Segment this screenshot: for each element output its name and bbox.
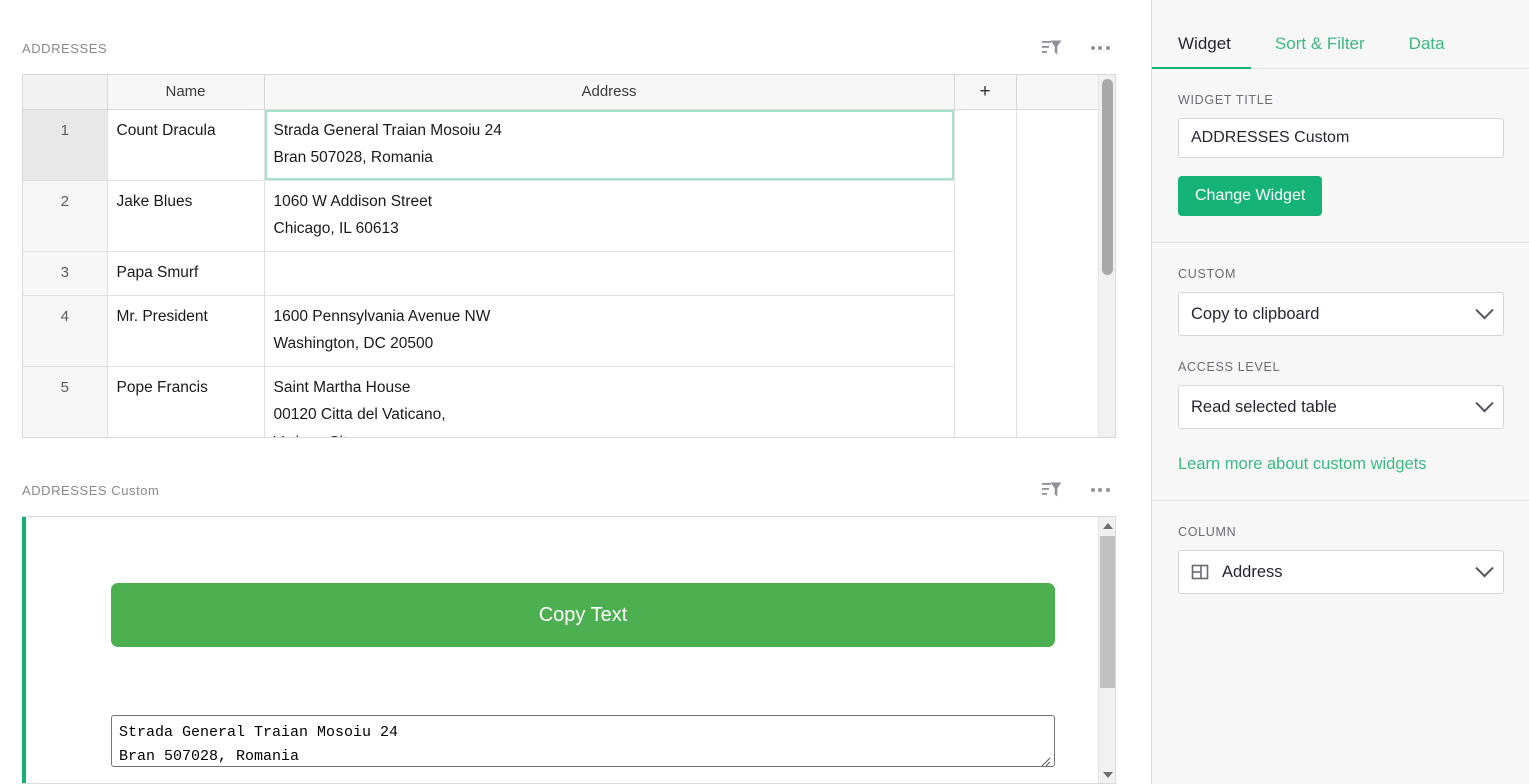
cell-address[interactable] xyxy=(264,251,954,295)
table-row[interactable]: 4 Mr. President 1600 Pennsylvania Avenue… xyxy=(23,295,1100,366)
addresses-table-widget: Name Address + 1 Count Dracula Strada Ge… xyxy=(22,74,1116,438)
cell-empty[interactable] xyxy=(954,295,1016,366)
custom-widget-select-value: Copy to clipboard xyxy=(1191,305,1319,324)
cell-empty xyxy=(1016,295,1100,366)
custom-widget-header-icons xyxy=(1041,479,1111,501)
row-number[interactable]: 1 xyxy=(23,109,107,180)
cell-name[interactable]: Jake Blues xyxy=(107,180,264,251)
table-header-row: Name Address + xyxy=(23,75,1100,109)
sort-filter-icon[interactable] xyxy=(1041,37,1063,59)
learn-more-link[interactable]: Learn more about custom widgets xyxy=(1178,455,1427,474)
address-line: Bran 507028, Romania xyxy=(274,144,946,172)
column-label: COLUMN xyxy=(1178,525,1503,539)
change-widget-button[interactable]: Change Widget xyxy=(1178,176,1322,216)
addresses-custom-widget: Copy Text Strada General Traian Mosoiu 2… xyxy=(22,516,1116,784)
custom-label: CUSTOM xyxy=(1178,267,1503,281)
cell-name[interactable]: Pope Francis xyxy=(107,366,264,437)
scrollbar-thumb[interactable] xyxy=(1100,536,1115,688)
table-row[interactable]: 5 Pope Francis Saint Martha House 00120 … xyxy=(23,366,1100,437)
cell-empty[interactable] xyxy=(954,109,1016,180)
row-number[interactable]: 5 xyxy=(23,366,107,437)
plus-icon: + xyxy=(979,82,990,101)
column-select-value: Address xyxy=(1222,563,1283,582)
address-line: Vatican City xyxy=(274,429,946,437)
column-section: COLUMN Address xyxy=(1152,501,1529,620)
addresses-table: Name Address + 1 Count Dracula Strada Ge… xyxy=(23,75,1100,437)
table-corner-header[interactable] xyxy=(23,75,107,109)
cell-name[interactable]: Count Dracula xyxy=(107,109,264,180)
custom-widget-iframe-content: Copy Text Strada General Traian Mosoiu 2… xyxy=(26,517,1099,783)
table-vertical-scrollbar[interactable] xyxy=(1098,75,1115,437)
cell-empty xyxy=(1016,366,1100,437)
table-row[interactable]: 3 Papa Smurf xyxy=(23,251,1100,295)
cell-address[interactable]: 1060 W Addison Street Chicago, IL 60613 xyxy=(264,180,954,251)
table-scroll-viewport: Name Address + 1 Count Dracula Strada Ge… xyxy=(23,75,1100,437)
column-header-name[interactable]: Name xyxy=(107,75,264,109)
access-level-select-value: Read selected table xyxy=(1191,398,1337,417)
three-dots-glyph xyxy=(1091,488,1110,492)
tab-data[interactable]: Data xyxy=(1409,34,1445,68)
custom-widget-header: ADDRESSES Custom xyxy=(0,470,1151,510)
copy-text-textarea[interactable]: Strada General Traian Mosoiu 24 Bran 507… xyxy=(111,715,1055,767)
chevron-down-icon xyxy=(1475,301,1493,319)
row-number[interactable]: 3 xyxy=(23,251,107,295)
address-line: Saint Martha House xyxy=(274,374,946,402)
table-widget-header: ADDRESSES xyxy=(0,28,1151,68)
address-line xyxy=(274,259,946,287)
address-line: 1600 Pennsylvania Avenue NW xyxy=(274,303,946,331)
table-widget-header-icons xyxy=(1041,37,1111,59)
scroll-up-arrow-icon[interactable] xyxy=(1099,517,1116,534)
table-row[interactable]: 1 Count Dracula Strada General Traian Mo… xyxy=(23,109,1100,180)
column-select[interactable]: Address xyxy=(1178,550,1504,594)
custom-widget-select[interactable]: Copy to clipboard xyxy=(1178,292,1504,336)
row-number[interactable]: 2 xyxy=(23,180,107,251)
scrollbar-thumb[interactable] xyxy=(1102,79,1113,275)
three-dots-glyph xyxy=(1091,46,1110,50)
custom-widget-title: ADDRESSES Custom xyxy=(22,483,159,498)
column-header-blank xyxy=(1016,75,1100,109)
tab-sort-filter[interactable]: Sort & Filter xyxy=(1275,34,1365,68)
address-line: 1060 W Addison Street xyxy=(274,188,946,216)
right-config-panel: Widget Sort & Filter Data WIDGET TITLE C… xyxy=(1151,0,1529,784)
table-row[interactable]: 2 Jake Blues 1060 W Addison Street Chica… xyxy=(23,180,1100,251)
copy-text-button[interactable]: Copy Text xyxy=(111,583,1055,647)
cell-empty xyxy=(1016,251,1100,295)
cell-empty[interactable] xyxy=(954,180,1016,251)
cell-name[interactable]: Papa Smurf xyxy=(107,251,264,295)
column-header-address[interactable]: Address xyxy=(264,75,954,109)
address-line: 00120 Citta del Vaticano, xyxy=(274,401,946,429)
custom-widget-vertical-scrollbar[interactable] xyxy=(1098,517,1115,783)
add-column-button[interactable]: + xyxy=(954,75,1016,109)
cell-empty xyxy=(1016,109,1100,180)
address-line: Chicago, IL 60613 xyxy=(274,215,946,243)
address-line: Washington, DC 20500 xyxy=(274,330,946,358)
row-number[interactable]: 4 xyxy=(23,295,107,366)
widget-title-section: WIDGET TITLE Change Widget xyxy=(1152,69,1529,243)
main-content-area: ADDRESSES xyxy=(0,0,1151,784)
panel-tabs: Widget Sort & Filter Data xyxy=(1152,0,1529,69)
cell-empty[interactable] xyxy=(954,366,1016,437)
tab-widget[interactable]: Widget xyxy=(1178,34,1231,68)
cell-empty xyxy=(1016,180,1100,251)
cell-empty[interactable] xyxy=(954,251,1016,295)
app-root: ADDRESSES xyxy=(0,0,1529,784)
three-dots-icon[interactable] xyxy=(1089,479,1111,501)
three-dots-icon[interactable] xyxy=(1089,37,1111,59)
widget-title-label: WIDGET TITLE xyxy=(1178,93,1503,107)
sort-filter-icon[interactable] xyxy=(1041,479,1063,501)
cell-address[interactable]: 1600 Pennsylvania Avenue NW Washington, … xyxy=(264,295,954,366)
cell-name[interactable]: Mr. President xyxy=(107,295,264,366)
custom-widget-section: CUSTOM Copy to clipboard ACCESS LEVEL Re… xyxy=(1152,243,1529,501)
scroll-down-arrow-icon[interactable] xyxy=(1099,766,1116,783)
cell-address[interactable]: Saint Martha House 00120 Citta del Vatic… xyxy=(264,366,954,437)
cell-address-selected[interactable]: Strada General Traian Mosoiu 24 Bran 507… xyxy=(264,109,954,180)
column-table-icon xyxy=(1191,563,1209,581)
widget-title-input[interactable] xyxy=(1178,118,1504,158)
address-line: Strada General Traian Mosoiu 24 xyxy=(274,117,946,145)
table-widget-title: ADDRESSES xyxy=(22,41,107,56)
access-level-label: ACCESS LEVEL xyxy=(1178,360,1503,374)
access-level-select[interactable]: Read selected table xyxy=(1178,385,1504,429)
chevron-down-icon xyxy=(1475,394,1493,412)
chevron-down-icon xyxy=(1475,559,1493,577)
